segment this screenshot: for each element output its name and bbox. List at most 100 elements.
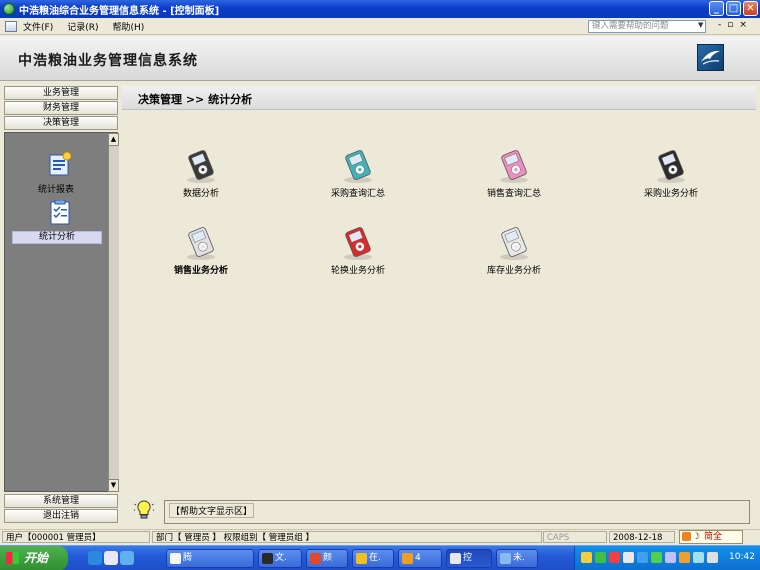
task-app-icon	[356, 553, 367, 564]
scroll-down-button[interactable]: ▼	[108, 479, 119, 492]
analysis-tile[interactable]: 数据分析	[151, 148, 251, 199]
tile-label: 销售查询汇总	[486, 189, 541, 199]
tray-icon[interactable]	[623, 552, 634, 563]
task-app-icon	[450, 553, 461, 564]
tray-icon[interactable]	[581, 552, 592, 563]
status-caps: CAPS	[543, 531, 607, 543]
status-bar: 用户【000001 管理员】 部门【 管理员 】 权限组别【 管理员组 】 CA…	[0, 529, 760, 544]
quicklaunch-media-icon[interactable]	[120, 551, 134, 565]
tile-label: 采购查询汇总	[330, 189, 385, 199]
window-title: 中浩粮油综合业务管理信息系统 - [控制面板]	[19, 5, 220, 17]
breadcrumb-text: 决策管理 >> 统计分析	[138, 93, 253, 106]
breadcrumb: 决策管理 >> 统计分析	[122, 86, 756, 110]
taskbar: 开始 腾 文. 颜 在. 4 控 未. 10:42	[0, 545, 760, 570]
task-app-icon	[170, 553, 181, 564]
main-content: 决策管理 >> 统计分析 数据分析 采购查询汇总 销售查询汇总 采购业务分析销售业务分…	[122, 86, 756, 492]
app-header: 中浩粮油业务管理信息系统	[0, 36, 760, 81]
mdi-minimize-button[interactable]: -	[718, 20, 721, 30]
task-label: 未.	[513, 553, 525, 563]
taskbar-task[interactable]: 4	[398, 549, 442, 568]
document-icon[interactable]	[5, 20, 17, 32]
analysis-icon[interactable]	[47, 200, 73, 226]
task-app-icon	[402, 553, 413, 564]
chevron-down-icon[interactable]: ▼	[698, 21, 703, 29]
taskbar-task[interactable]: 在.	[352, 549, 394, 568]
status-user: 用户【000001 管理员】	[2, 531, 150, 543]
tray-icon[interactable]	[595, 552, 606, 563]
taskbar-task[interactable]: 腾	[166, 549, 254, 568]
quicklaunch-ie-icon[interactable]	[88, 551, 102, 565]
tray-icon[interactable]	[665, 552, 676, 563]
task-label: 颜	[323, 553, 333, 563]
tile-label: 销售业务分析	[173, 266, 228, 276]
app-window: 中浩粮油综合业务管理信息系统 - [控制面板] _ □ ✕ 文件(F) 记录(R…	[0, 0, 760, 570]
analysis-tile[interactable]: 库存业务分析	[464, 225, 564, 276]
help-text-label: 【帮助文字显示区】	[169, 503, 255, 518]
scrollbar-track[interactable]	[108, 146, 119, 480]
taskbar-task[interactable]: 文.	[258, 549, 302, 568]
clock[interactable]: 10:42	[729, 552, 755, 562]
analysis-tile[interactable]: 销售查询汇总	[464, 148, 564, 199]
task-label: 文.	[275, 553, 287, 563]
maximize-button[interactable]: □	[726, 1, 741, 16]
help-area: 【帮助文字显示区】	[122, 494, 756, 526]
menu-help[interactable]: 帮助(H)	[112, 20, 144, 33]
mdi-restore-button[interactable]: ▫	[727, 20, 733, 30]
media-player-icon	[344, 227, 372, 260]
company-logo-icon	[697, 44, 724, 71]
sidebar-tab-business[interactable]: 业务管理	[4, 86, 118, 100]
ime-indicator[interactable]: ☽ 简全	[679, 530, 743, 544]
tray-icon[interactable]	[637, 552, 648, 563]
analysis-tile[interactable]: 轮换业务分析	[308, 225, 408, 276]
media-player-icon	[657, 150, 685, 183]
moon-icon: ☽	[692, 532, 701, 542]
sidebar-tab-finance[interactable]: 财务管理	[4, 101, 118, 115]
mdi-close-button[interactable]: ×	[739, 20, 747, 30]
taskbar-task[interactable]: 未.	[496, 549, 538, 568]
sidebar-tab-logout[interactable]: 退出注销	[4, 509, 118, 523]
tray-icon[interactable]	[651, 552, 662, 563]
taskbar-task[interactable]: 颜	[306, 549, 348, 568]
sidebar-tab-system[interactable]: 系统管理	[4, 494, 118, 508]
tray-icon[interactable]	[609, 552, 620, 563]
scroll-up-button[interactable]: ▲	[108, 133, 119, 146]
help-search-input[interactable]: 键入需要帮助的问题	[588, 20, 706, 33]
sidebar-tab-decision[interactable]: 决策管理	[4, 116, 118, 130]
ime-text: 简全	[704, 532, 723, 542]
menu-record[interactable]: 记录(R)	[67, 20, 98, 33]
analysis-tile[interactable]: 销售业务分析	[151, 225, 251, 276]
tile-label: 库存业务分析	[486, 266, 541, 276]
tray-icon[interactable]	[679, 552, 690, 563]
task-label: 4	[415, 553, 421, 563]
tray-icon[interactable]	[707, 552, 718, 563]
media-player-icon	[500, 227, 528, 260]
app-title: 中浩粮油业务管理信息系统	[18, 53, 198, 69]
analysis-tile[interactable]: 采购业务分析	[621, 148, 721, 199]
tile-label: 数据分析	[182, 189, 219, 199]
media-player-icon	[500, 150, 528, 183]
task-app-icon	[262, 553, 273, 564]
lightbulb-icon	[134, 500, 154, 519]
taskbar-task[interactable]: 控	[446, 549, 492, 568]
start-button[interactable]: 开始	[0, 546, 68, 570]
tile-label: 轮换业务分析	[330, 266, 385, 276]
task-label: 腾	[183, 553, 193, 563]
minimize-button[interactable]: _	[709, 1, 724, 16]
tile-label: 采购业务分析	[643, 189, 698, 199]
windows-flag-icon	[6, 552, 19, 564]
sidebar-item-analysis[interactable]: 统计分析	[12, 231, 102, 244]
mdi-controls: - ▫ ×	[718, 20, 747, 30]
menu-file[interactable]: 文件(F)	[23, 20, 53, 33]
ime-logo-icon	[682, 532, 691, 541]
help-text-box: 【帮助文字显示区】	[164, 500, 750, 524]
task-label: 控	[463, 553, 473, 563]
quicklaunch-desktop-icon[interactable]	[104, 551, 118, 565]
title-bar[interactable]: 中浩粮油综合业务管理信息系统 - [控制面板] _ □ ✕	[0, 0, 760, 18]
sidebar-item-report[interactable]: 统计报表	[5, 182, 107, 195]
close-button[interactable]: ✕	[743, 1, 758, 16]
analysis-tile[interactable]: 采购查询汇总	[308, 148, 408, 199]
sidebar-panel: ▲ ▼ 统计报表 统计分析	[4, 132, 119, 492]
tray-icon[interactable]	[693, 552, 704, 563]
report-icon[interactable]	[47, 151, 73, 177]
sidebar: 业务管理 财务管理 决策管理 ▲ ▼ 统计报表 统计分析 系统管理 退出注销	[4, 86, 119, 526]
